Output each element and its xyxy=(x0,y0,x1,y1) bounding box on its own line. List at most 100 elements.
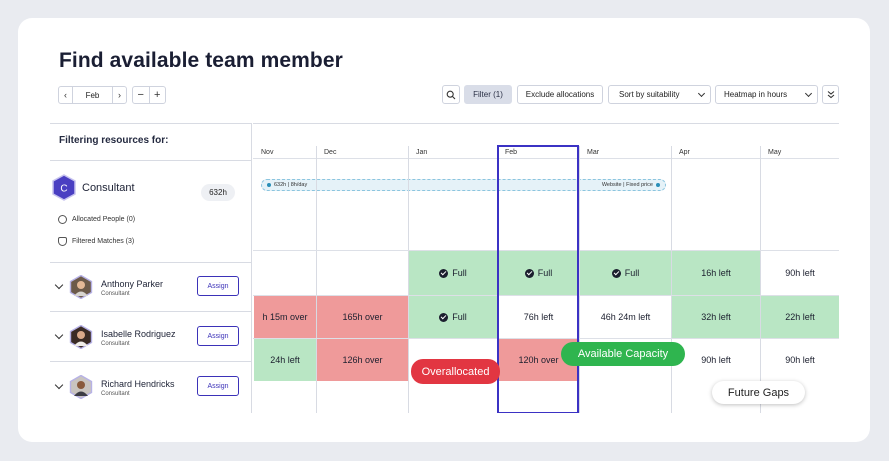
search-button[interactable] xyxy=(442,85,460,104)
zoom-out-button[interactable]: − xyxy=(133,87,150,103)
avatar xyxy=(69,275,93,299)
heatmap-cell[interactable]: 46h 24m left xyxy=(580,296,671,338)
month-header: May xyxy=(768,149,782,156)
sort-dropdown[interactable]: Sort by suitability xyxy=(608,85,711,104)
allocation-bar[interactable]: 632h | 8h/day Website | Fixed price xyxy=(261,179,666,191)
heatmap-cell[interactable]: 22h left xyxy=(761,296,839,338)
zoom-control: − + xyxy=(132,86,166,104)
check-circle-icon xyxy=(611,268,621,278)
allocation-dot-icon xyxy=(656,182,660,187)
heatmap-cell[interactable]: 16h left xyxy=(672,251,760,295)
allocation-bar-left: 632h | 8h/day xyxy=(267,182,307,188)
role-hours-badge: 632h xyxy=(201,184,235,201)
person-role: Consultant xyxy=(101,291,130,297)
month-header: Nov xyxy=(261,149,274,156)
people-icon xyxy=(58,215,67,224)
resource-panel: Filtering resources for: C Consultant 63… xyxy=(50,123,252,413)
heatmap-cell[interactable]: 90h left xyxy=(761,251,839,295)
heatmap-label: Heatmap in hours xyxy=(724,90,788,99)
heatmap-cell[interactable]: h 15m over xyxy=(254,296,316,338)
heatmap-cell[interactable]: 24h left xyxy=(254,339,316,381)
current-month-label: Feb xyxy=(85,90,100,100)
heatmap-cell-label: 32h left xyxy=(701,312,731,322)
assign-button[interactable]: Assign xyxy=(197,276,239,296)
heatmap-cell-label: 24h left xyxy=(270,355,300,365)
prev-month-button[interactable]: ‹ xyxy=(59,87,73,103)
search-icon xyxy=(446,90,456,99)
heatmap-cell-label: 90h left xyxy=(785,355,815,365)
person-name: Isabelle Rodriguez xyxy=(101,329,176,339)
collapse-button[interactable] xyxy=(822,85,839,104)
expand-chevron-icon[interactable] xyxy=(54,380,64,390)
selected-month-column xyxy=(497,145,579,413)
heatmap-cell-label: 16h left xyxy=(701,268,731,278)
heatmap-cell[interactable]: 90h left xyxy=(672,339,760,381)
filtered-matches-row: Filtered Matches (3) xyxy=(58,237,134,246)
future-gaps-callout: Future Gaps xyxy=(712,381,805,404)
person-name: Anthony Parker xyxy=(101,279,164,289)
sort-label: Sort by suitability xyxy=(619,90,680,99)
heatmap-cell[interactable]: 165h over xyxy=(317,296,408,338)
divider xyxy=(50,160,251,161)
heatmap-cell[interactable]: Full xyxy=(580,251,671,295)
assign-button[interactable]: Assign xyxy=(197,376,239,396)
heatmap-cell-label: 22h left xyxy=(785,312,815,322)
heatmap-cell[interactable]: 32h left xyxy=(672,296,760,338)
chevron-down-icon xyxy=(697,89,706,97)
heatmap-cell-label: 46h 24m left xyxy=(600,312,651,322)
filter-heading: Filtering resources for: xyxy=(59,135,169,146)
heatmap-cell[interactable] xyxy=(254,251,316,295)
heatmap-cell-label: Full xyxy=(452,268,467,278)
allocated-people-row: Allocated People (0) xyxy=(58,215,135,224)
role-letter: C xyxy=(60,184,67,195)
resource-row: Anthony Parker Consultant Assign xyxy=(50,262,252,312)
page-title: Find available team member xyxy=(59,49,343,72)
heatmap-cell-label: 165h over xyxy=(342,312,383,322)
overallocated-callout: Overallocated xyxy=(411,359,500,384)
heatmap-cell[interactable]: 90h left xyxy=(761,339,839,381)
resource-row: Isabelle Rodriguez Consultant Assign xyxy=(50,312,252,362)
available-capacity-callout: Available Capacity xyxy=(561,342,685,366)
heatmap-cell[interactable]: 126h over xyxy=(317,339,408,381)
assign-button[interactable]: Assign xyxy=(197,326,239,346)
allocation-bar-right: Website | Fixed price xyxy=(602,182,660,188)
month-header: Dec xyxy=(324,149,337,156)
avatar xyxy=(69,375,93,399)
expand-chevron-icon[interactable] xyxy=(54,330,64,340)
heatmap-cell-label: Full xyxy=(452,312,467,322)
heatmap-cell-label: 126h over xyxy=(342,355,383,365)
person-role: Consultant xyxy=(101,341,130,347)
heatmap-cell-label: h 15m over xyxy=(262,312,308,322)
person-role: Consultant xyxy=(101,391,130,397)
filtered-matches-label: Filtered Matches (3) xyxy=(72,238,135,245)
next-month-button[interactable]: › xyxy=(112,87,126,103)
allocation-bar-right-label: Website | Fixed price xyxy=(601,182,653,188)
month-header: Apr xyxy=(679,149,690,156)
heatmap-grid: 632h | 8h/day Website | Fixed price Nov D… xyxy=(253,123,839,413)
heatmap-cell[interactable] xyxy=(317,251,408,295)
expand-chevron-icon[interactable] xyxy=(54,280,64,290)
exclude-allocations-button[interactable]: Exclude allocations xyxy=(517,85,603,104)
month-header: Jan xyxy=(416,149,428,156)
chevron-down-icon xyxy=(804,89,813,97)
check-circle-icon xyxy=(439,312,449,322)
resource-row: Richard Hendricks Consultant Assign xyxy=(50,362,252,412)
double-chevron-down-icon xyxy=(827,91,834,99)
heatmap-cell[interactable]: Full xyxy=(409,251,497,295)
heatmap-cell-label: 90h left xyxy=(701,355,731,365)
heatmap-cell[interactable]: Full xyxy=(409,296,497,338)
zoom-in-button[interactable]: + xyxy=(150,87,166,103)
allocation-bar-left-label: 632h | 8h/day xyxy=(274,182,308,188)
month-navigator: ‹ Feb › xyxy=(58,86,127,104)
role-hexagon-icon: C xyxy=(52,174,76,201)
heatmap-dropdown[interactable]: Heatmap in hours xyxy=(715,85,818,104)
allocation-dot-icon xyxy=(267,182,271,187)
heatmap-cell-label: Full xyxy=(624,268,640,278)
heatmap-cell-label: 90h left xyxy=(785,268,815,278)
allocated-people-label: Allocated People (0) xyxy=(72,216,136,223)
filter-button[interactable]: Filter (1) xyxy=(464,85,512,104)
main-card: Find available team member ‹ Feb › − + F… xyxy=(18,18,870,442)
check-circle-icon xyxy=(439,268,449,278)
role-name: Consultant xyxy=(82,182,135,194)
avatar xyxy=(69,325,93,349)
